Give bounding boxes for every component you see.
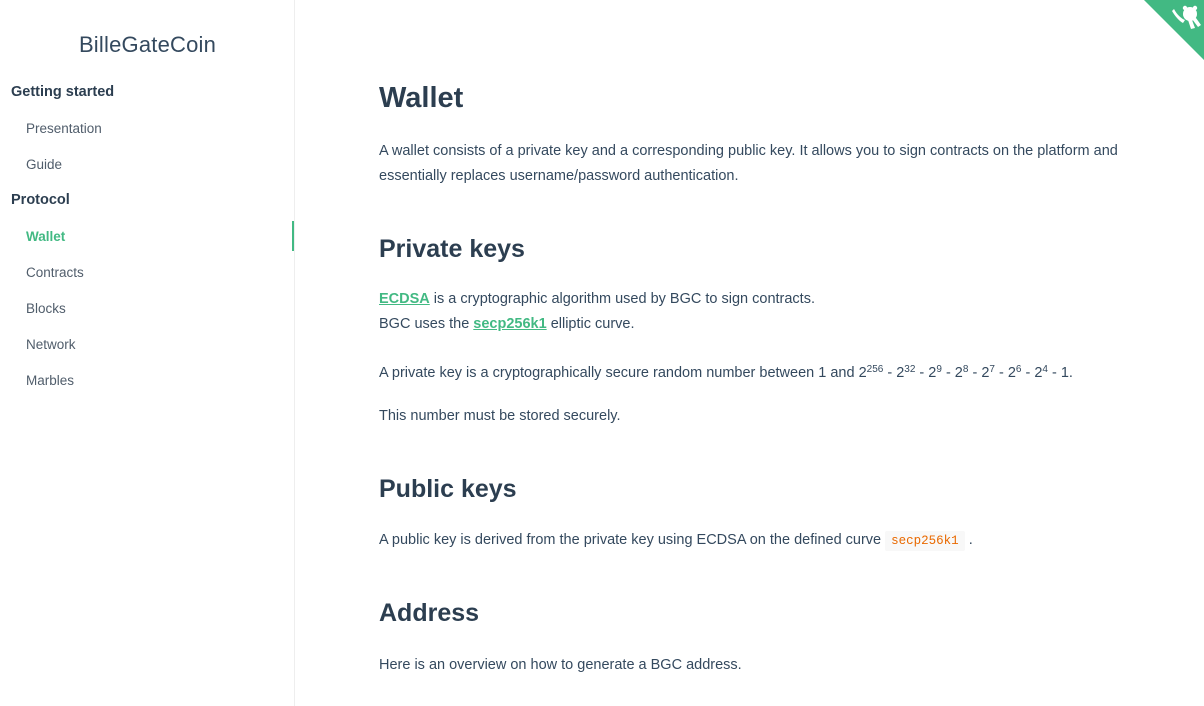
- heading-address: Address: [379, 599, 480, 627]
- page-title: Wallet: [379, 82, 464, 114]
- sidebar-item-blocks[interactable]: Blocks: [26, 301, 66, 316]
- public-key-text: A public key is derived from the private…: [379, 532, 886, 548]
- nav-section-protocol[interactable]: Protocol: [11, 192, 70, 208]
- exp-7: 7: [989, 364, 995, 375]
- sidebar-item-contracts[interactable]: Contracts: [26, 265, 84, 280]
- sidebar-item-wallet[interactable]: Wallet: [26, 229, 65, 244]
- address-paragraph: Here is an overview on how to generate a…: [379, 657, 742, 673]
- private-key-range: A private key is a cryptographically sec…: [379, 364, 1073, 381]
- exp-9: 9: [936, 364, 942, 375]
- sidebar-item-guide[interactable]: Guide: [26, 157, 62, 172]
- ecdsa-text: is a cryptographic algorithm used by BGC…: [429, 291, 815, 307]
- sidebar: BilleGateCoin Getting started Presentati…: [0, 0, 295, 706]
- exp-32: 32: [904, 364, 916, 375]
- nav-section-getting-started[interactable]: Getting started: [11, 84, 114, 100]
- exp-6: 6: [1015, 364, 1022, 375]
- ecdsa-link[interactable]: ECDSA: [379, 291, 430, 307]
- sidebar-item-presentation[interactable]: Presentation: [26, 121, 102, 136]
- public-key-suffix: .: [964, 532, 973, 548]
- range-end: - 1.: [1047, 365, 1073, 381]
- heading-public-keys: Public keys: [379, 475, 517, 503]
- github-corner-icon[interactable]: [1144, 0, 1204, 60]
- exp-8: 8: [962, 364, 969, 375]
- storage-note: This number must be stored securely.: [379, 408, 621, 424]
- curve-suffix: elliptic curve.: [546, 315, 635, 332]
- sidebar-item-marbles[interactable]: Marbles: [26, 373, 74, 388]
- heading-private-keys: Private keys: [379, 235, 525, 263]
- curve-code: secp256k1: [885, 531, 965, 551]
- exp-256: 256: [866, 364, 884, 375]
- sidebar-item-network[interactable]: Network: [26, 337, 76, 352]
- intro-paragraph: A wallet consists of a private key and a…: [379, 143, 1118, 184]
- app-name[interactable]: BilleGateCoin: [0, 32, 295, 58]
- curve-prefix: BGC uses the: [379, 315, 474, 332]
- public-key-paragraph: A public key is derived from the private…: [379, 528, 1124, 554]
- active-indicator: [292, 221, 294, 251]
- secp256k1-link[interactable]: secp256k1: [473, 316, 546, 332]
- exp-4: 4: [1042, 364, 1048, 375]
- ecdsa-paragraph: ECDSA is a cryptographic algorithm used …: [379, 287, 1124, 336]
- range-text: A private key is a cryptographically sec…: [379, 365, 859, 381]
